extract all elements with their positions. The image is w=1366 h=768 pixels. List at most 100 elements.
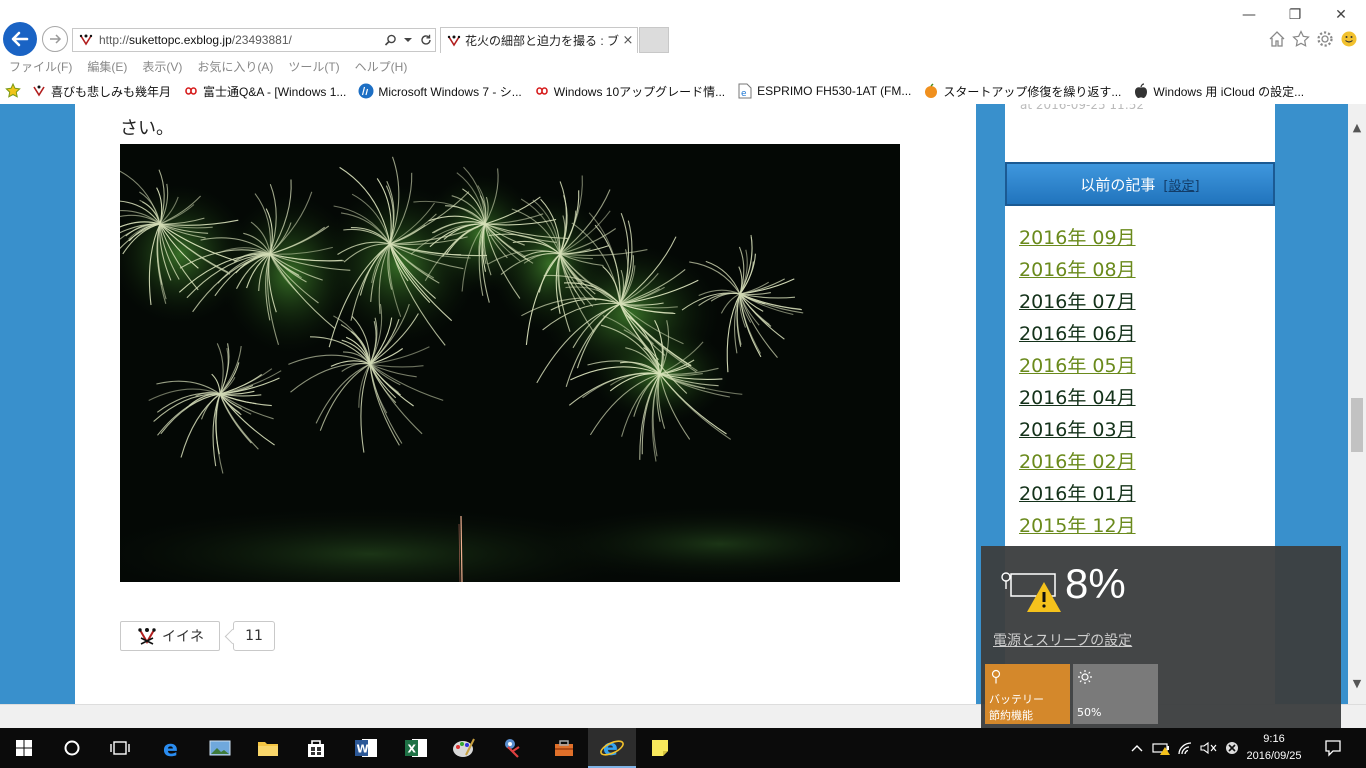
like-button[interactable]: イイネ	[120, 621, 220, 651]
fujitsu-icon	[183, 83, 199, 99]
add-favorite-star[interactable]	[5, 83, 25, 99]
power-sleep-settings-link[interactable]: 電源とスリープの設定	[993, 630, 1132, 650]
archive-link[interactable]: 2016年 04月	[1019, 382, 1136, 414]
archive-link[interactable]: 2016年 08月	[1019, 254, 1136, 286]
address-bar[interactable]: http://sukettopc.exblog.jp/23493881/	[72, 28, 436, 52]
taskbar-excel[interactable]: X	[392, 728, 440, 768]
new-tab-button[interactable]	[639, 27, 669, 53]
url-text[interactable]: http://sukettopc.exblog.jp/23493881/	[99, 33, 381, 47]
refresh-icon[interactable]	[417, 30, 435, 50]
cortana-circle-icon	[64, 740, 80, 756]
menu-help[interactable]: ヘルプ(H)	[346, 56, 408, 76]
network-tray-icon[interactable]	[1176, 728, 1198, 768]
system-clock[interactable]: 9:16 2016/09/25	[1244, 731, 1304, 765]
menu-view[interactable]: 表示(V)	[133, 56, 182, 76]
taskbar-snipping-tool[interactable]	[490, 728, 538, 768]
menu-favorites[interactable]: お気に入り(A)	[188, 56, 273, 76]
svg-text:e: e	[163, 737, 178, 759]
battery-saver-icon	[991, 669, 1001, 684]
ie-page-icon: e	[737, 83, 753, 99]
taskbar-store[interactable]	[292, 728, 340, 768]
task-view-button[interactable]	[96, 728, 144, 768]
minimize-button[interactable]: —	[1226, 2, 1272, 28]
store-bag-icon	[308, 740, 324, 757]
archive-link[interactable]: 2016年 09月	[1019, 222, 1136, 254]
like-count: 11	[233, 621, 275, 651]
action-center-button[interactable]	[1318, 728, 1348, 768]
browser-chrome: http://sukettopc.exblog.jp/23493881/ 花火の…	[0, 0, 1366, 104]
task-view-icon	[110, 741, 130, 755]
forward-button[interactable]	[42, 26, 68, 52]
archive-link[interactable]: 2016年 01月	[1019, 478, 1136, 510]
battery-tray-icon[interactable]	[1150, 728, 1172, 768]
favorite-link[interactable]: 喜びも悲しみも幾年月	[31, 83, 171, 100]
taskbar-sticky-notes[interactable]	[636, 728, 684, 768]
vertical-scrollbar[interactable]: ▲ ▼	[1348, 104, 1366, 704]
word-icon: W	[355, 739, 377, 757]
favorite-link[interactable]: Windows 10アップグレード情...	[534, 83, 725, 100]
taskbar-toolbox[interactable]	[540, 728, 588, 768]
settings-gear-icon[interactable]	[1314, 28, 1336, 50]
battery-saver-tile[interactable]: バッテリー 節約機能	[985, 664, 1070, 724]
show-hidden-icons-chevron[interactable]	[1128, 728, 1146, 768]
exblog-like-icon	[138, 628, 156, 645]
article-body: さい。 イイネ 11	[75, 104, 976, 704]
favorite-link[interactable]: e ESPRIMO FH530-1AT (FM...	[737, 83, 911, 99]
taskbar-paint[interactable]	[440, 728, 488, 768]
home-icon[interactable]	[1266, 28, 1288, 50]
tray-status-icon[interactable]	[1222, 728, 1242, 768]
smiley-feedback-icon[interactable]	[1338, 28, 1360, 50]
brightness-tile[interactable]: 50%	[1073, 664, 1158, 724]
close-window-button[interactable]: ✕	[1318, 2, 1364, 28]
archive-link[interactable]: 2016年 06月	[1019, 318, 1136, 350]
favorite-link[interactable]: スタートアップ修復を繰り返す...	[923, 83, 1121, 100]
fireworks-photo[interactable]	[120, 144, 900, 582]
tab-title: 花火の細部と迫力を撮る : ブ...	[465, 34, 619, 48]
taskbar-edge[interactable]: e	[148, 728, 196, 768]
tab-close-icon[interactable]: ×	[619, 33, 637, 48]
taskbar-file-explorer[interactable]	[244, 728, 292, 768]
archive-link[interactable]: 2016年 03月	[1019, 414, 1136, 446]
cortana-button[interactable]	[48, 728, 96, 768]
battery-percent: 8%	[1065, 560, 1126, 607]
scroll-down-icon[interactable]: ▼	[1348, 674, 1366, 692]
dropdown-arrow-icon[interactable]	[399, 30, 417, 50]
taskbar-word[interactable]: W	[342, 728, 390, 768]
toolbox-icon	[555, 740, 573, 756]
start-button[interactable]	[0, 728, 48, 768]
menu-tools[interactable]: ツール(T)	[279, 56, 339, 76]
favorite-link[interactable]: Windows 用 iCloud の設定...	[1133, 83, 1304, 100]
taskbar-internet-explorer[interactable]: e	[588, 728, 636, 768]
orange-icon	[923, 83, 939, 99]
archive-link[interactable]: 2016年 07月	[1019, 286, 1136, 318]
internet-explorer-icon: e	[600, 736, 624, 760]
back-arrow-icon	[11, 31, 29, 47]
browser-tab[interactable]: 花火の細部と迫力を撮る : ブ... ×	[440, 27, 638, 53]
exblog-icon	[31, 83, 47, 99]
favorites-add-icon	[5, 83, 21, 99]
battery-low-icon	[1152, 743, 1170, 755]
back-button[interactable]	[3, 22, 37, 56]
archive-link[interactable]: 2015年 12月	[1019, 510, 1136, 542]
taskbar-photos[interactable]	[196, 728, 244, 768]
archive-link[interactable]: 2016年 05月	[1019, 350, 1136, 382]
battery-flyout: 8% 電源とスリープの設定 バッテリー 節約機能 50%	[981, 546, 1341, 728]
favorites-star-icon[interactable]	[1290, 28, 1312, 50]
scroll-thumb[interactable]	[1351, 398, 1363, 452]
folder-icon	[258, 742, 278, 756]
svg-text:W: W	[357, 743, 369, 756]
menu-edit[interactable]: 編集(E)	[78, 56, 127, 76]
scroll-up-icon[interactable]: ▲	[1348, 118, 1366, 136]
photos-icon	[209, 740, 231, 756]
archive-link[interactable]: 2016年 02月	[1019, 446, 1136, 478]
search-icon[interactable]	[381, 30, 399, 50]
menu-file[interactable]: ファイル(F)	[0, 56, 72, 76]
favorite-link[interactable]: Microsoft Windows 7 - シ...	[358, 83, 522, 100]
volume-tray-icon[interactable]	[1198, 728, 1220, 768]
archive-settings-link[interactable]: [設定]	[1163, 175, 1199, 194]
restore-button[interactable]: ❐	[1272, 2, 1318, 28]
volume-muted-icon	[1200, 741, 1217, 755]
archive-title: 以前の記事	[1080, 175, 1156, 194]
favorite-link[interactable]: 富士通Q&A - [Windows 1...	[183, 83, 346, 100]
svg-text:X: X	[408, 743, 417, 756]
